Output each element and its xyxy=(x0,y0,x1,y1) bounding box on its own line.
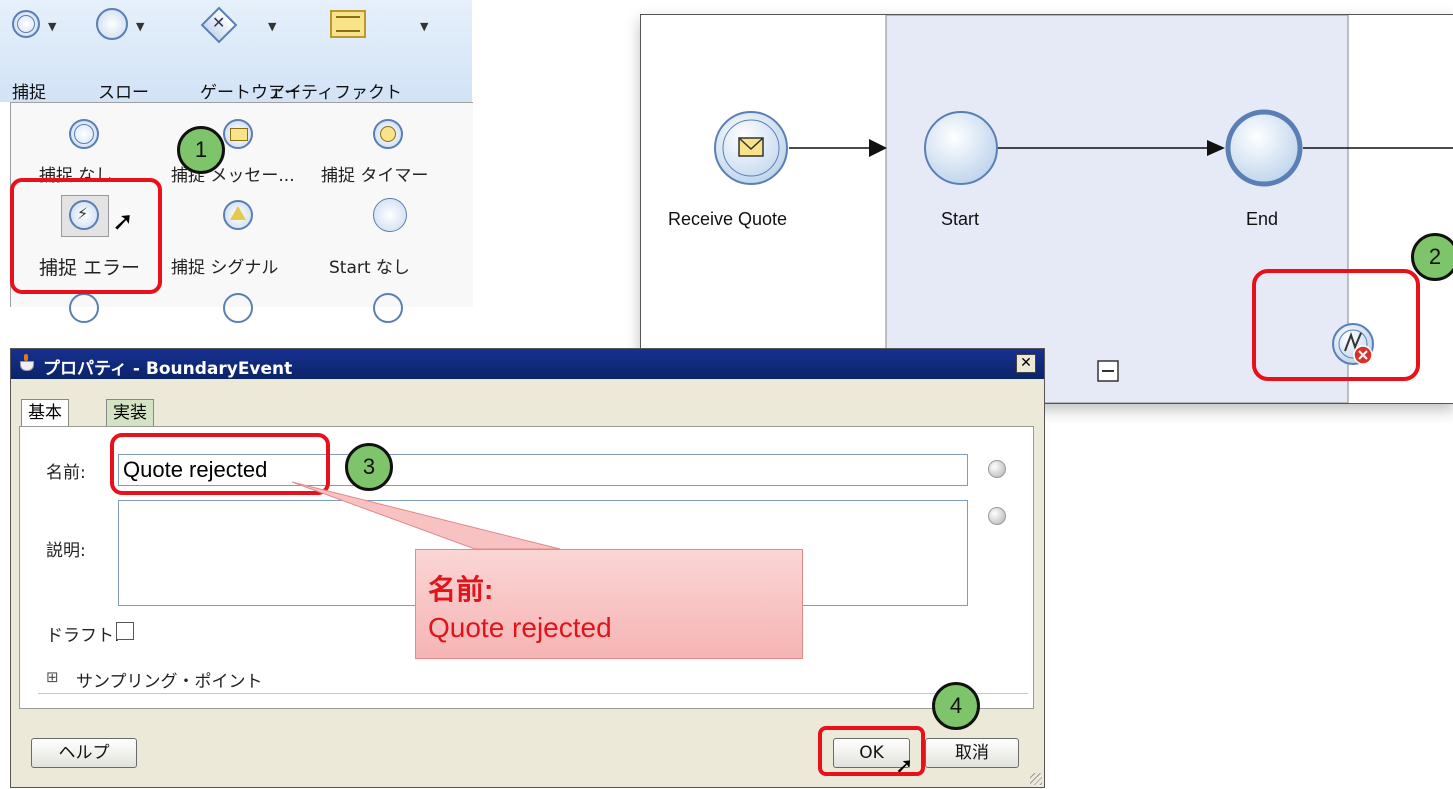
end-event[interactable] xyxy=(1225,109,1303,187)
highlight-catch-error xyxy=(10,178,162,294)
partial-event-icon xyxy=(373,293,403,323)
cancel-button[interactable]: 取消 xyxy=(925,738,1019,768)
gateway-dropdown-icon: ▼ xyxy=(268,20,277,33)
highlight-ok-button xyxy=(818,726,925,776)
coffee-cup-icon xyxy=(18,354,38,372)
flow-arrowhead xyxy=(869,139,887,157)
gateway-x-icon: ✕ xyxy=(212,13,226,32)
step-2-badge: 2 xyxy=(1411,233,1453,281)
callout-line-1: 名前: xyxy=(428,574,494,605)
end-label: End xyxy=(1246,209,1279,229)
draft-checkbox[interactable] xyxy=(116,622,134,640)
partial-event-icon xyxy=(69,293,99,323)
catch-timer-label[interactable]: 捕捉 タイマー xyxy=(321,161,428,186)
sampling-expand-icon[interactable]: ⊞ xyxy=(46,668,59,686)
close-button[interactable]: ✕ xyxy=(1016,354,1036,373)
artifact-label: アーティファクト xyxy=(268,83,402,103)
step-4-badge: 4 xyxy=(932,682,980,730)
catch-label: 捕捉 xyxy=(12,83,46,103)
translate-globe-icon[interactable] xyxy=(988,507,1006,525)
step-1-badge: 1 xyxy=(177,126,225,174)
highlight-boundary-event xyxy=(1252,269,1420,381)
catch-signal-triangle-icon xyxy=(230,206,246,220)
throw-dropdown-icon: ▼ xyxy=(136,20,145,33)
start-none-label[interactable]: Start なし xyxy=(329,253,410,278)
draft-label: ドラフト: xyxy=(46,626,120,646)
help-button[interactable]: ヘルプ xyxy=(31,738,137,768)
palette-toolbar: ▼ 捕捉 ▼ スロー ✕ ▼ ゲートウェイ ▼ アーティファクト xyxy=(0,0,472,103)
artifact-icon-lines xyxy=(336,16,360,32)
resize-grip-icon[interactable] xyxy=(1030,773,1042,785)
catch-signal-label[interactable]: 捕捉 シグナル xyxy=(171,253,278,278)
catch-none-inner-icon xyxy=(74,124,94,144)
catch-message-envelope-icon xyxy=(230,128,248,141)
catch-timer-clock-icon xyxy=(380,126,396,142)
dialog-titlebar[interactable]: プロパティ - BoundaryEvent ✕ xyxy=(11,349,1044,379)
tab-basic[interactable]: 基本 xyxy=(21,399,69,427)
dialog-title: プロパティ - BoundaryEvent xyxy=(43,359,293,379)
sampling-point-label[interactable]: サンプリング・ポイント xyxy=(76,667,263,692)
start-label: Start xyxy=(941,209,980,229)
start-event[interactable] xyxy=(924,111,998,185)
throw-menu[interactable]: ▼ スロー xyxy=(90,8,170,103)
catch-event-inner-icon xyxy=(17,15,35,33)
step-3-badge: 3 xyxy=(345,443,393,491)
receive-quote-label: Receive Quote xyxy=(668,209,788,229)
callout-line-2: Quote rejected xyxy=(428,612,612,643)
body-divider xyxy=(38,693,1028,694)
catch-dropdown-icon: ▼ xyxy=(48,20,57,33)
catch-menu[interactable]: ▼ 捕捉 xyxy=(10,10,80,103)
tab-implementation[interactable]: 実装 xyxy=(106,399,154,427)
name-label: 名前: xyxy=(46,463,86,483)
translate-globe-icon[interactable] xyxy=(988,460,1006,478)
start-none-icon[interactable] xyxy=(373,198,407,232)
artifact-dropdown-icon: ▼ xyxy=(420,20,429,33)
highlight-name-field xyxy=(110,433,330,495)
description-label: 説明: xyxy=(46,541,86,561)
throw-event-icon xyxy=(96,8,128,40)
name-callout: 名前: Quote rejected xyxy=(415,549,803,659)
artifact-menu[interactable]: ▼ アーティファクト xyxy=(268,10,444,103)
partial-event-icon xyxy=(223,293,253,323)
throw-label: スロー xyxy=(98,83,149,103)
